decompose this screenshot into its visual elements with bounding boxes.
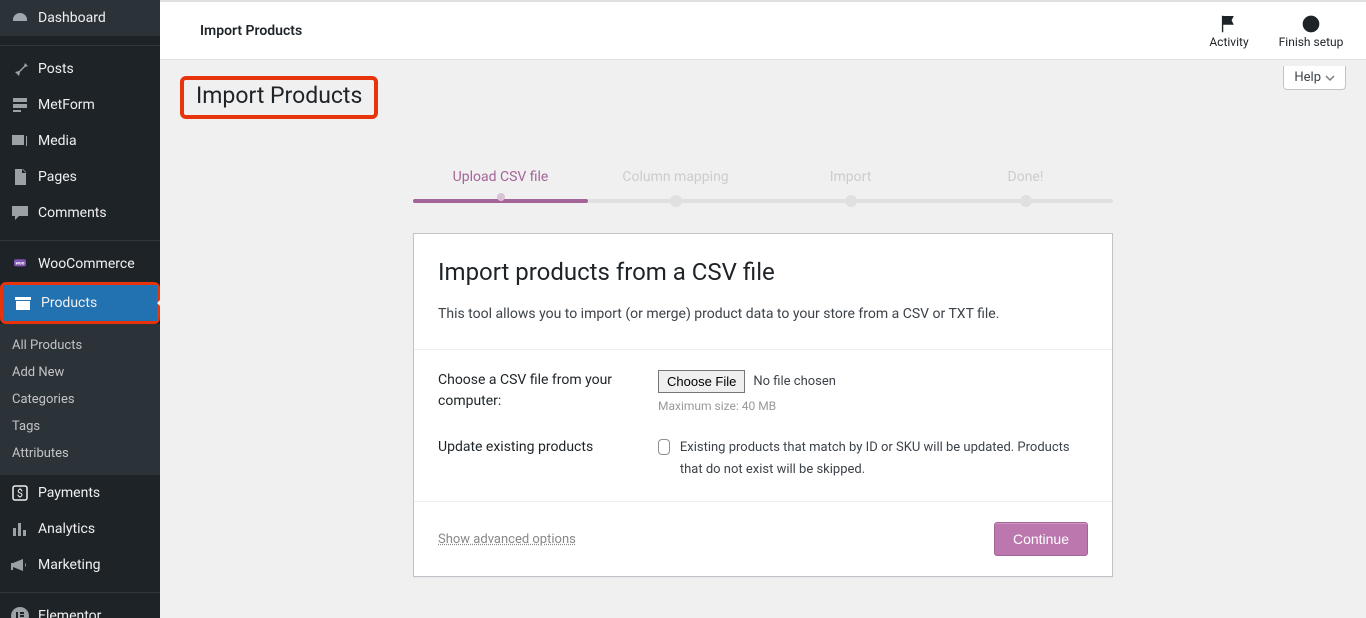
products-submenu: All Products Add New Categories Tags Att… xyxy=(0,324,160,475)
update-existing-description: Existing products that match by ID or SK… xyxy=(680,437,1088,481)
highlight-products-menu: Products xyxy=(0,282,160,324)
progress-step-import: Import xyxy=(763,169,938,201)
card-body: Choose a CSV file from your computer: Ch… xyxy=(414,350,1112,502)
sidebar-item-label: Dashboard xyxy=(38,9,152,27)
chevron-down-icon xyxy=(1325,73,1335,83)
sidebar-item-label: Pages xyxy=(38,168,152,186)
help-label: Help xyxy=(1294,70,1321,85)
sidebar-item-label: Posts xyxy=(38,60,152,78)
topbar-action-label: Activity xyxy=(1209,35,1248,49)
gauge-icon xyxy=(10,8,30,28)
admin-sidebar: Dashboard Posts MetForm Media Pages Comm… xyxy=(0,0,160,618)
continue-button[interactable]: Continue xyxy=(994,522,1088,556)
metform-icon xyxy=(10,95,30,115)
media-icon xyxy=(10,131,30,151)
update-existing-checkbox[interactable] xyxy=(658,439,670,455)
flag-icon xyxy=(1218,13,1240,35)
page-heading: Import Products xyxy=(196,82,362,109)
sidebar-item-payments[interactable]: $ Payments xyxy=(0,475,160,511)
import-card: Import products from a CSV file This too… xyxy=(413,233,1113,577)
progress-ring-icon xyxy=(1301,13,1321,35)
woocommerce-topbar: Import Products Activity Finish setup xyxy=(160,0,1366,60)
help-toggle[interactable]: Help xyxy=(1283,66,1346,90)
submenu-item-add-new[interactable]: Add New xyxy=(0,359,160,386)
sidebar-item-media[interactable]: Media xyxy=(0,123,160,159)
progress-dot xyxy=(1020,195,1032,207)
sidebar-item-elementor[interactable]: Elementor xyxy=(0,598,160,618)
submenu-item-all-products[interactable]: All Products xyxy=(0,332,160,359)
elementor-icon xyxy=(10,606,30,618)
import-progress: Upload CSV file Column mapping Import Do… xyxy=(413,169,1113,209)
woo-icon: woo xyxy=(10,254,30,274)
max-size-hint: Maximum size: 40 MB xyxy=(658,399,1088,413)
bars-icon xyxy=(10,519,30,539)
menu-separator xyxy=(0,588,160,593)
svg-text:$: $ xyxy=(17,487,23,500)
main-content: Import Products Activity Finish setup He… xyxy=(160,0,1366,618)
highlight-page-heading: Import Products xyxy=(180,76,378,119)
menu-separator xyxy=(0,236,160,241)
finish-setup-button[interactable]: Finish setup xyxy=(1276,13,1346,49)
topbar-actions: Activity Finish setup xyxy=(1194,13,1346,49)
sidebar-item-products[interactable]: Products xyxy=(3,285,157,321)
choose-file-button[interactable]: Choose File xyxy=(658,370,745,393)
sidebar-item-metform[interactable]: MetForm xyxy=(0,87,160,123)
sidebar-item-label: Products xyxy=(41,294,149,312)
progress-dot xyxy=(845,195,857,207)
file-chosen-text: No file chosen xyxy=(753,374,836,389)
sidebar-item-label: Comments xyxy=(38,204,152,222)
update-existing-label: Update existing products xyxy=(438,437,658,481)
submenu-item-tags[interactable]: Tags xyxy=(0,413,160,440)
sidebar-item-dashboard[interactable]: Dashboard xyxy=(0,0,160,36)
sidebar-item-label: Marketing xyxy=(38,556,152,574)
row-update-existing: Update existing products Existing produc… xyxy=(438,437,1088,481)
dollar-icon: $ xyxy=(10,483,30,503)
pages-icon xyxy=(10,167,30,187)
sidebar-item-label: MetForm xyxy=(38,96,152,114)
sidebar-item-label: Media xyxy=(38,132,152,150)
archive-icon xyxy=(13,293,33,313)
sidebar-item-analytics[interactable]: Analytics xyxy=(0,511,160,547)
show-advanced-link[interactable]: Show advanced options xyxy=(438,532,576,547)
sidebar-item-marketing[interactable]: Marketing xyxy=(0,547,160,583)
sidebar-item-posts[interactable]: Posts xyxy=(0,51,160,87)
sidebar-item-woocommerce[interactable]: woo WooCommerce xyxy=(0,246,160,282)
progress-dot xyxy=(497,193,505,201)
progress-step-mapping: Column mapping xyxy=(588,169,763,201)
choose-file-label: Choose a CSV file from your computer: xyxy=(438,370,658,413)
card-header: Import products from a CSV file This too… xyxy=(414,234,1112,350)
comment-icon xyxy=(10,203,30,223)
pin-icon xyxy=(10,59,30,79)
card-title: Import products from a CSV file xyxy=(438,258,1088,286)
svg-text:woo: woo xyxy=(16,262,25,267)
progress-step-upload: Upload CSV file xyxy=(413,169,588,201)
submenu-item-categories[interactable]: Categories xyxy=(0,386,160,413)
sidebar-item-comments[interactable]: Comments xyxy=(0,195,160,231)
topbar-action-label: Finish setup xyxy=(1279,35,1344,49)
sidebar-item-pages[interactable]: Pages xyxy=(0,159,160,195)
row-choose-file: Choose a CSV file from your computer: Ch… xyxy=(438,370,1088,413)
activity-button[interactable]: Activity xyxy=(1194,13,1264,49)
megaphone-icon xyxy=(10,555,30,575)
sidebar-item-label: WooCommerce xyxy=(38,255,152,273)
sidebar-item-label: Analytics xyxy=(38,520,152,538)
submenu-item-attributes[interactable]: Attributes xyxy=(0,440,160,467)
page-content: Help Import Products Upload CSV file Col… xyxy=(160,60,1366,617)
sidebar-item-label: Payments xyxy=(38,484,152,502)
card-footer: Show advanced options Continue xyxy=(414,502,1112,576)
progress-dot xyxy=(670,195,682,207)
card-description: This tool allows you to import (or merge… xyxy=(438,304,1088,325)
topbar-title: Import Products xyxy=(200,23,302,39)
sidebar-item-label: Elementor xyxy=(38,607,152,618)
progress-step-done: Done! xyxy=(938,169,1113,201)
menu-separator xyxy=(0,41,160,46)
